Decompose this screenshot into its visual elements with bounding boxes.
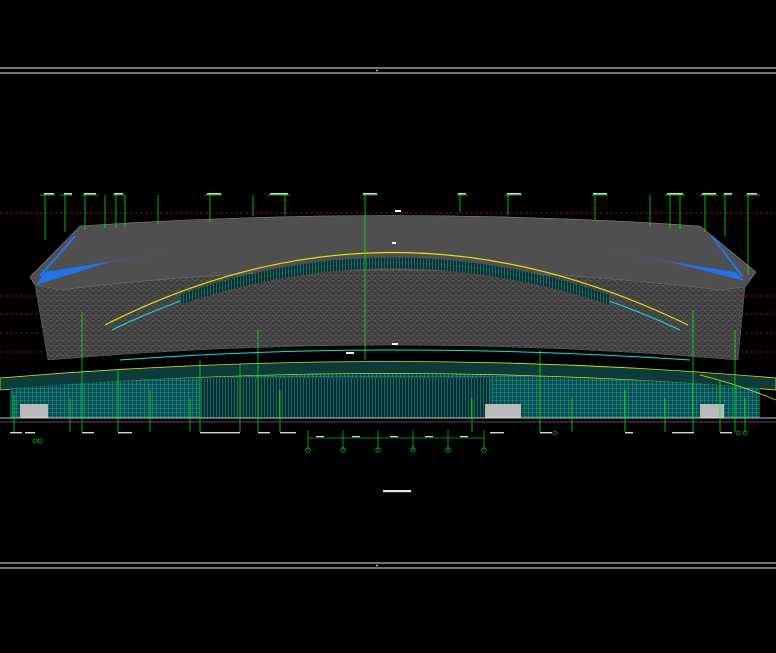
cad-elevation-drawing — [0, 67, 776, 569]
stadium-shell — [29, 215, 757, 361]
podium-glazing — [0, 361, 776, 423]
drawing-title — [383, 490, 411, 493]
dimension-string — [307, 430, 485, 450]
axis-bubble-icon — [32, 430, 748, 453]
